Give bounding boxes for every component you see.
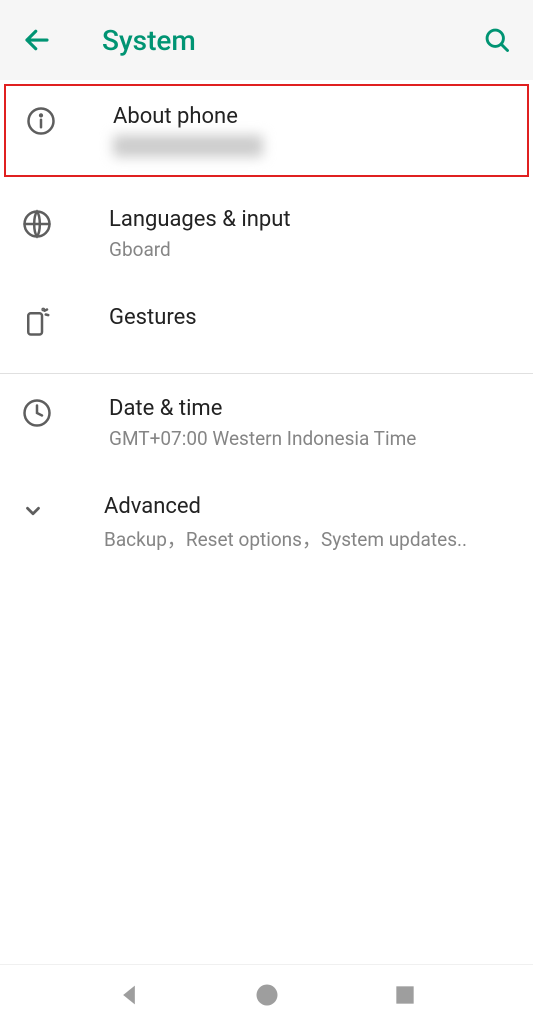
gestures-icon — [22, 307, 52, 337]
globe-icon — [22, 209, 52, 239]
list-item-about-phone[interactable]: About phone — [4, 84, 529, 177]
item-title: Languages & input — [109, 207, 511, 232]
list-item-gestures[interactable]: Gestures — [0, 283, 533, 373]
item-title: Date & time — [109, 396, 511, 421]
item-subtitle: Gboard — [109, 238, 511, 261]
item-text: Advanced Backup，Reset options，System upd… — [82, 494, 511, 552]
list-item-advanced[interactable]: Advanced Backup，Reset options，System upd… — [0, 472, 533, 574]
item-subtitle: Backup，Reset options，System updates.. — [104, 525, 511, 552]
navigation-bar — [0, 964, 533, 1024]
list-item-date-time[interactable]: Date & time GMT+07:00 Western Indonesia … — [0, 374, 533, 472]
item-text: Date & time GMT+07:00 Western Indonesia … — [84, 396, 511, 450]
item-title: Advanced — [104, 494, 511, 519]
page-title: System — [102, 24, 483, 57]
item-subtitle: GMT+07:00 Western Indonesia Time — [109, 427, 511, 450]
item-text: Gestures — [84, 305, 511, 336]
nav-back-icon[interactable] — [115, 981, 143, 1009]
back-icon[interactable] — [22, 25, 52, 55]
item-text: Languages & input Gboard — [84, 207, 511, 261]
settings-list: About phone Languages & input Gboard Ges… — [0, 80, 533, 964]
search-icon[interactable] — [483, 26, 511, 54]
item-title: Gestures — [109, 305, 511, 330]
item-title: About phone — [113, 104, 507, 129]
info-icon — [26, 106, 56, 136]
chevron-down-icon — [22, 500, 44, 522]
nav-home-icon[interactable] — [253, 981, 281, 1009]
list-item-languages-input[interactable]: Languages & input Gboard — [0, 185, 533, 283]
item-subtitle-blurred — [113, 135, 263, 157]
nav-recent-icon[interactable] — [392, 982, 418, 1008]
header: System — [0, 0, 533, 80]
clock-icon — [22, 398, 52, 428]
item-text: About phone — [88, 104, 507, 157]
